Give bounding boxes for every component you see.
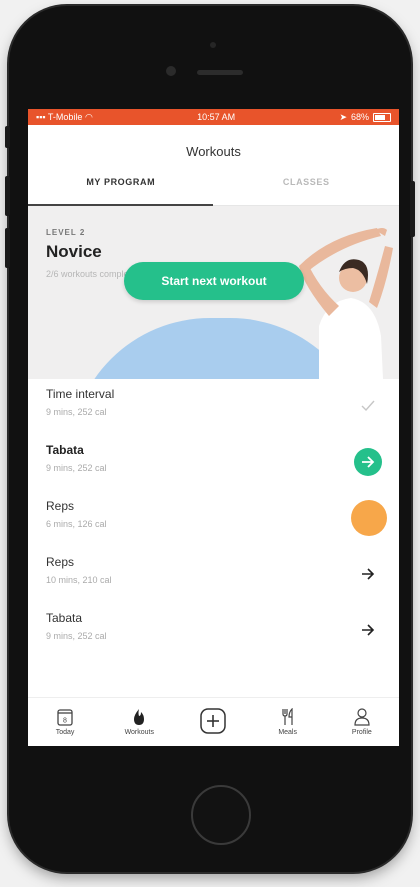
nav-label: Meals	[278, 729, 297, 736]
nav-today[interactable]: 8 Today	[35, 708, 95, 736]
calendar-day-number: 8	[63, 718, 67, 725]
workout-meta: 9 mins, 252 cal	[46, 631, 107, 641]
tab-classes[interactable]: CLASSES	[214, 165, 400, 205]
power-button	[410, 181, 415, 237]
arrow-right-icon	[354, 448, 382, 476]
mute-switch	[5, 126, 10, 148]
workout-row[interactable]: Reps 10 mins, 210 cal	[28, 546, 399, 602]
earpiece-speaker	[197, 70, 243, 75]
app-screen: ▪▪▪ T-Mobile ◠ 10:57 AM ➤ 68% Workouts M…	[28, 109, 399, 746]
carrier-name: T-Mobile	[47, 111, 83, 122]
workout-row[interactable]: Tabata 9 mins, 252 cal	[28, 434, 399, 490]
status-time: 10:57 AM	[197, 112, 236, 122]
tab-bar: MY PROGRAM CLASSES	[28, 165, 399, 206]
nav-meals[interactable]: Meals	[258, 708, 318, 736]
in-progress-indicator	[351, 500, 387, 536]
arrow-right-icon[interactable]	[353, 559, 383, 589]
nav-label: Today	[55, 729, 75, 736]
workout-list: Time interval 9 mins, 252 cal Tabata 9 m…	[28, 378, 399, 658]
nav-profile[interactable]: Profile	[332, 708, 392, 736]
program-level: LEVEL 2	[46, 228, 86, 237]
calendar-icon: 8	[57, 709, 73, 726]
signal-icon: ▪▪▪	[36, 111, 46, 122]
bottom-navigation: 8 Today Workouts Meals Profile	[28, 697, 399, 746]
workout-title: Reps	[46, 555, 75, 569]
workout-row[interactable]: Time interval 9 mins, 252 cal	[28, 378, 399, 434]
workout-title: Tabata	[46, 611, 83, 625]
program-name: Novice	[46, 242, 102, 261]
start-next-workout-button[interactable]: Start next workout	[124, 262, 304, 300]
wifi-icon: ◠	[84, 111, 93, 122]
workout-meta: 9 mins, 252 cal	[46, 407, 107, 417]
workout-meta: 6 mins, 126 cal	[46, 519, 107, 529]
front-camera	[166, 66, 176, 76]
checkmark-icon	[353, 391, 383, 421]
user-icon	[354, 708, 370, 726]
proximity-sensor	[210, 42, 216, 48]
status-right: ➤ 68%	[339, 112, 391, 123]
workout-meta: 9 mins, 252 cal	[46, 463, 107, 473]
arrow-right-icon[interactable]	[353, 615, 383, 645]
battery-percent: 68%	[350, 112, 369, 122]
page-title: Workouts	[186, 144, 241, 159]
utensils-icon	[282, 708, 293, 725]
workout-title: Tabata	[46, 443, 84, 457]
tab-my-program[interactable]: MY PROGRAM	[28, 165, 214, 205]
nav-workouts[interactable]: Workouts	[109, 708, 169, 736]
orange-dot-icon	[351, 500, 387, 536]
nav-label: Workouts	[124, 729, 154, 736]
workout-title: Reps	[46, 499, 75, 513]
carrier-label: ▪▪▪ T-Mobile ◠	[36, 112, 93, 123]
home-button[interactable]	[191, 785, 251, 845]
workout-meta: 10 mins, 210 cal	[46, 575, 112, 585]
location-icon: ➤	[339, 111, 347, 122]
workout-row[interactable]: Tabata 9 mins, 252 cal	[28, 602, 399, 658]
nav-add[interactable]	[183, 707, 243, 737]
workout-title: Time interval	[46, 387, 115, 401]
battery-icon	[373, 112, 391, 122]
status-bar: ▪▪▪ T-Mobile ◠ 10:57 AM ➤ 68%	[28, 109, 399, 125]
next-workout-arrow-button[interactable]	[353, 447, 383, 477]
flame-icon	[134, 709, 145, 725]
volume-down-button	[5, 228, 10, 268]
nav-label: Profile	[351, 729, 372, 736]
volume-up-button	[5, 176, 10, 216]
workout-row[interactable]: Reps 6 mins, 126 cal	[28, 490, 399, 546]
plus-icon	[200, 707, 227, 734]
